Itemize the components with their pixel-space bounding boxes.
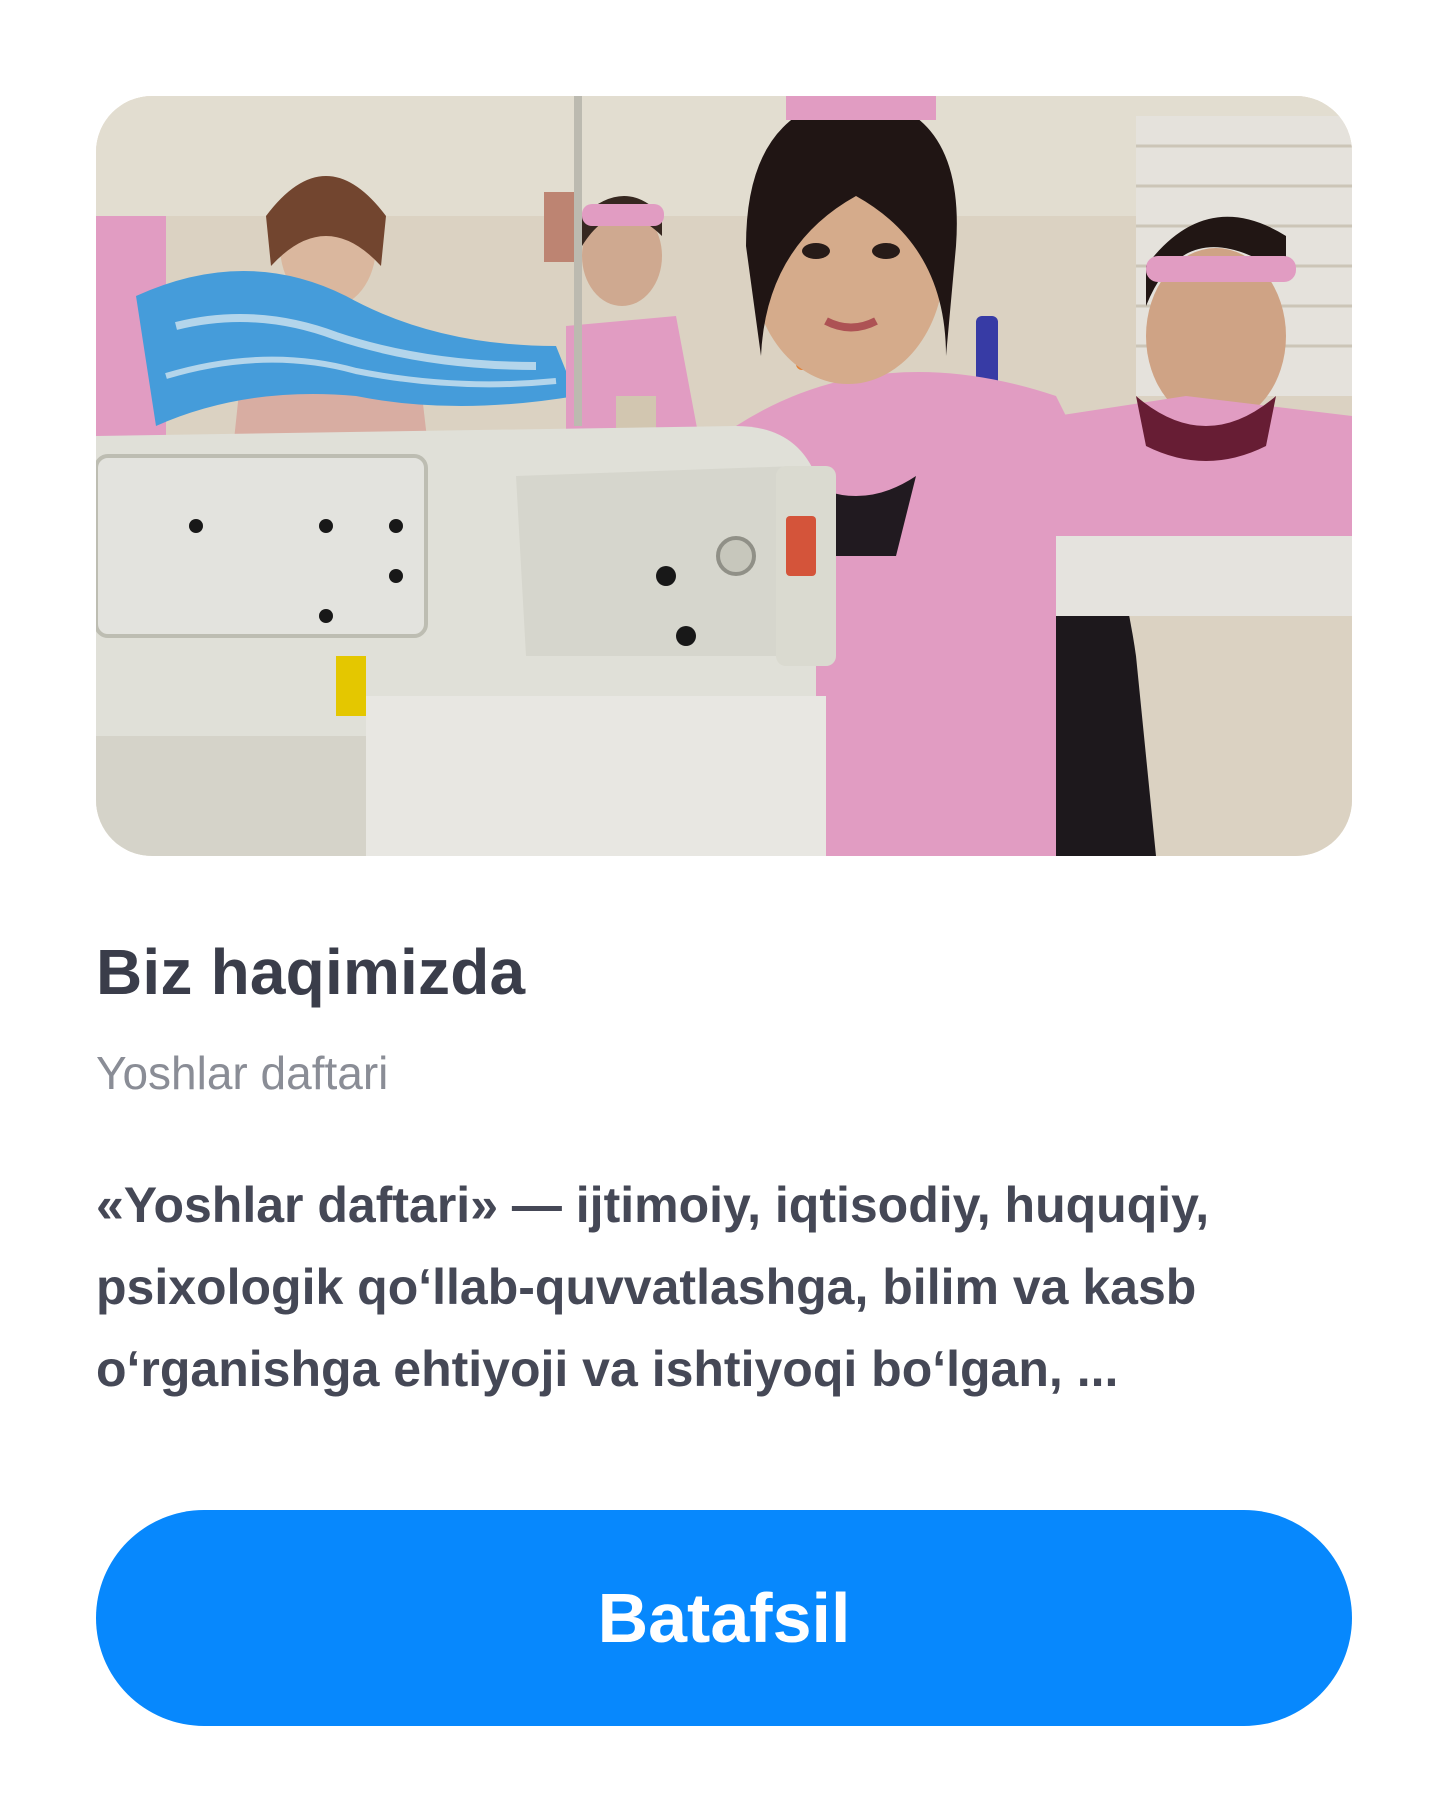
sewing-workshop-photo: [96, 96, 1352, 856]
about-title: Biz haqimizda: [96, 936, 526, 1008]
details-button[interactable]: Batafsil: [96, 1510, 1352, 1726]
about-subtitle: Yoshlar daftari: [96, 1047, 389, 1099]
about-card: Biz haqimizda Yoshlar daftari «Yoshlar d…: [0, 0, 1448, 1804]
about-description: «Yoshlar daftari» — ijtimoiy, iqtisodiy,…: [96, 1177, 1210, 1397]
hero-image: [96, 96, 1352, 856]
